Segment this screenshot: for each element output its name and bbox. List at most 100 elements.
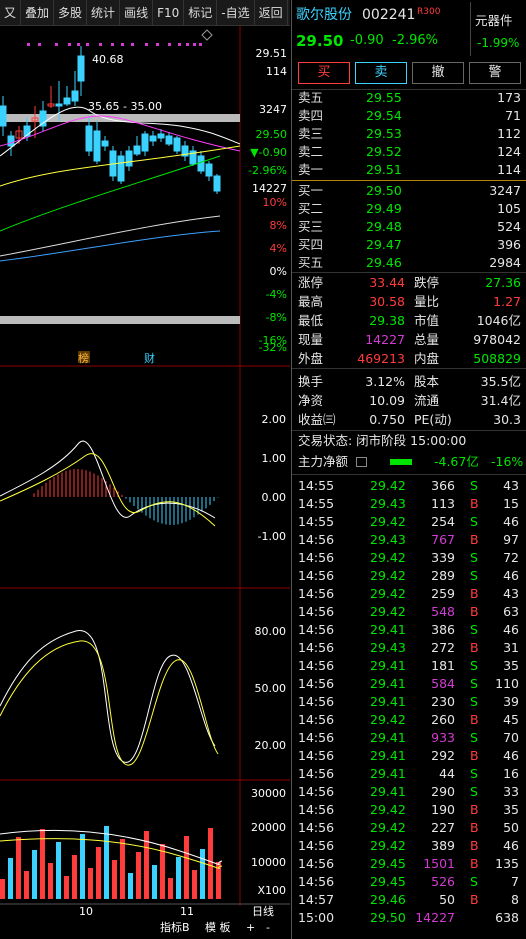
tick-price: 29.42 bbox=[370, 478, 406, 493]
tick-side: B bbox=[470, 496, 479, 511]
tick-volume: 767 bbox=[431, 532, 455, 547]
bid-row[interactable]: 买五 29.46 2984 bbox=[292, 254, 526, 272]
chart-canvas[interactable]: 40.68 35.65 - 35.00 榜 财 29.51 114 3247 29.50 ▼-0… bbox=[0, 26, 290, 939]
trade-status: 交易状态: 闭市阶段 15:00:00 bbox=[298, 433, 467, 448]
tick-count: 72 bbox=[503, 550, 519, 565]
chart-control-button[interactable]: - bbox=[266, 921, 270, 934]
tick-time: 14:56 bbox=[298, 766, 335, 781]
last-price: 29.50 bbox=[296, 32, 344, 50]
volume-bar bbox=[112, 860, 117, 899]
tick-price: 29.42 bbox=[370, 820, 406, 835]
chart-control-button[interactable]: 指标B bbox=[160, 920, 190, 934]
price-change-pct: -2.96% bbox=[392, 33, 438, 48]
tick-price: 29.43 bbox=[370, 496, 406, 511]
tick-price: 29.41 bbox=[370, 622, 406, 637]
tick-volume: 50 bbox=[439, 892, 455, 907]
signal-dot bbox=[131, 43, 134, 46]
ask-row[interactable]: 卖五 29.55 173 bbox=[292, 89, 526, 107]
x-axis-label: 11 bbox=[180, 905, 194, 918]
event-marker[interactable]: 财 bbox=[144, 351, 155, 365]
tick-row: 14:56 29.42 227 B 50 bbox=[292, 819, 526, 837]
tick-side: B bbox=[470, 748, 479, 763]
tick-volume: 260 bbox=[431, 712, 455, 727]
toolbar-item[interactable]: 又 bbox=[0, 0, 22, 26]
tick-count: 46 bbox=[503, 622, 519, 637]
tick-side: B bbox=[470, 532, 479, 547]
bid-row[interactable]: 买四 29.47 396 bbox=[292, 236, 526, 254]
tick-row: 14:55 29.43 113 B 15 bbox=[292, 495, 526, 513]
event-marker[interactable]: 榜 bbox=[78, 351, 89, 365]
ask-row[interactable]: 卖四 29.54 71 bbox=[292, 107, 526, 125]
tick-time: 14:56 bbox=[298, 802, 335, 817]
chart-control-button[interactable]: 模 板 bbox=[205, 920, 231, 934]
price-axis-label: 114 bbox=[266, 65, 287, 78]
tick-row: 14:56 29.41 292 B 46 bbox=[292, 747, 526, 765]
ask-row[interactable]: 卖二 29.52 124 bbox=[292, 143, 526, 161]
toolbar-item[interactable]: 返回 bbox=[255, 0, 288, 26]
stat-value: 27.36 bbox=[485, 275, 521, 290]
volume-bar bbox=[16, 837, 21, 899]
cancel-order-button[interactable]: 撤 bbox=[412, 62, 464, 84]
volume-bar bbox=[160, 844, 165, 899]
stats-divider bbox=[292, 368, 526, 369]
chart-toolbar: 又叠加 多股 统计 画线 F10 标记 -自选 返回 bbox=[0, 0, 290, 26]
stock-code: 002241 bbox=[362, 7, 416, 23]
toolbar-item[interactable]: -自选 bbox=[217, 0, 255, 26]
tick-side: B bbox=[470, 820, 479, 835]
bid-row[interactable]: 买三 29.48 524 bbox=[292, 218, 526, 236]
toolbar-item[interactable]: 统计 bbox=[87, 0, 121, 26]
toolbar-item[interactable]: 画线 bbox=[120, 0, 154, 26]
price-axis-label: 29.51 bbox=[256, 47, 288, 60]
tick-volume: 290 bbox=[431, 784, 455, 799]
ask-row[interactable]: 卖三 29.53 112 bbox=[292, 125, 526, 143]
tick-time: 14:56 bbox=[298, 838, 335, 853]
ask-row[interactable]: 卖一 29.51 114 bbox=[292, 161, 526, 179]
candle-body bbox=[93, 130, 101, 162]
tick-side: B bbox=[470, 838, 479, 853]
tick-row: 14:56 29.42 339 S 72 bbox=[292, 549, 526, 567]
candle-body bbox=[7, 135, 15, 147]
tick-time: 14:56 bbox=[298, 676, 335, 691]
chart-control-button[interactable]: 日线 bbox=[252, 904, 274, 918]
toolbar-item[interactable]: 多股 bbox=[54, 0, 88, 26]
volume-bar bbox=[64, 876, 69, 899]
stat-label: 流通 bbox=[414, 393, 440, 408]
signal-dot bbox=[111, 43, 114, 46]
tick-price: 29.41 bbox=[370, 694, 406, 709]
price-axis-label: 8% bbox=[270, 219, 287, 232]
tick-side: B bbox=[470, 892, 479, 907]
volume-bar bbox=[152, 865, 157, 899]
bid-row[interactable]: 买二 29.49 105 bbox=[292, 200, 526, 218]
stat-label: 最低 bbox=[298, 313, 324, 328]
pin-icon[interactable] bbox=[201, 29, 213, 41]
tick-row: 14:56 29.41 230 S 39 bbox=[292, 693, 526, 711]
sell-button[interactable]: 卖 bbox=[355, 62, 407, 84]
tick-row: 14:56 29.42 289 S 46 bbox=[292, 567, 526, 585]
range-annotation: 35.65 - 35.00 bbox=[88, 100, 162, 113]
tick-time: 14:56 bbox=[298, 568, 335, 583]
sector-name: 元器件 bbox=[475, 13, 513, 28]
toolbar-item[interactable]: 叠加 bbox=[21, 0, 55, 26]
tick-count: 31 bbox=[503, 640, 519, 655]
flow-detail-icon[interactable] bbox=[356, 457, 367, 467]
tick-price: 29.42 bbox=[370, 802, 406, 817]
toolbar-item[interactable]: 标记 bbox=[184, 0, 218, 26]
tick-count: 35 bbox=[503, 658, 519, 673]
stock-chart[interactable]: 40.68 35.65 - 35.00 榜 财 29.51 114 3247 29.50 ▼-0… bbox=[0, 26, 290, 939]
book-volume: 173 bbox=[497, 90, 521, 105]
book-volume: 112 bbox=[497, 126, 521, 141]
main-flow-pct: -16% bbox=[491, 454, 524, 469]
buy-button[interactable]: 买 bbox=[298, 62, 350, 84]
tick-volume: 526 bbox=[431, 874, 455, 889]
main-flow-label: 主力净额 bbox=[298, 454, 349, 469]
tick-volume: 227 bbox=[431, 820, 455, 835]
alert-button[interactable]: 警 bbox=[469, 62, 521, 84]
candle-body bbox=[213, 175, 221, 192]
stat-value: 31.4亿 bbox=[480, 393, 521, 408]
volume-bar bbox=[120, 839, 125, 899]
chart-control-button[interactable]: + bbox=[246, 921, 255, 934]
bid-row[interactable]: 买一 29.50 3247 bbox=[292, 182, 526, 200]
tick-row: 14:56 29.41 290 S 33 bbox=[292, 783, 526, 801]
toolbar-item[interactable]: F10 bbox=[153, 0, 185, 26]
volume-axis-label: 20000 bbox=[251, 821, 286, 834]
